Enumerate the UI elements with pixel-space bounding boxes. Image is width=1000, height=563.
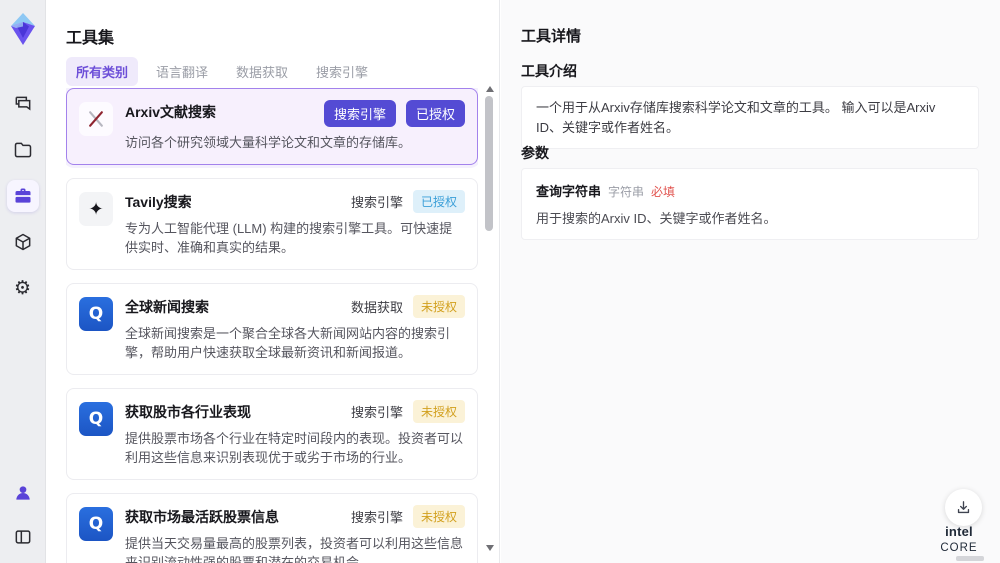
tool-card-sector-performance[interactable]: Q 获取股市各行业表现 搜索引擎 未授权 提供股票市场各个行业在特定时间段内的表… bbox=[66, 387, 478, 480]
params-heading: 参数 bbox=[521, 145, 549, 161]
auth-pill: 已授权 bbox=[405, 100, 465, 127]
tool-name: Tavily搜索 bbox=[125, 193, 192, 210]
sidebar-item-files[interactable] bbox=[7, 134, 39, 166]
tool-description: 提供当天交易量最高的股票列表，投资者可以利用这些信息来识别流动性强的股票和潜在的… bbox=[125, 535, 464, 563]
param-name: 查询字符串 bbox=[536, 184, 602, 199]
toolbox-icon bbox=[15, 188, 30, 203]
tab-data-acquisition[interactable]: 数据获取 bbox=[226, 57, 298, 86]
user-icon bbox=[15, 486, 30, 500]
param-type: 字符串 bbox=[608, 185, 645, 199]
chat-icon bbox=[15, 96, 30, 111]
app-logo-icon bbox=[6, 10, 40, 48]
tavily-star-icon: ✦ bbox=[79, 191, 113, 226]
sidebar-item-panel-toggle[interactable] bbox=[7, 521, 39, 553]
tool-description: 全球新闻搜索是一个聚合全球各大新闻网站内容的搜索引擎，帮助用户快速获取全球最新资… bbox=[125, 325, 451, 361]
download-button[interactable] bbox=[945, 489, 982, 526]
tool-card-global-news[interactable]: Q 全球新闻搜索 数据获取 未授权 全球新闻搜索是一个聚合全球各大新闻网站内容的… bbox=[66, 282, 478, 375]
tool-name: 全球新闻搜索 bbox=[125, 298, 209, 315]
tool-card-list: Arxiv文献搜索 搜索引擎 已授权 访问各个研究领域大量科学论文和文章的存储库… bbox=[66, 88, 478, 563]
parameter-card: 查询字符串 字符串 必填 用于搜索的Arxiv ID、关键字或作者姓名。 bbox=[521, 168, 979, 240]
page-title: 工具集 bbox=[66, 30, 115, 47]
tab-all-categories[interactable]: 所有类别 bbox=[66, 57, 139, 86]
detail-title: 工具详情 bbox=[521, 28, 582, 45]
tool-name: 获取市场最活跃股票信息 bbox=[125, 508, 279, 525]
tool-list-panel: 工具集 所有类别 语言翻译 数据获取 搜索引擎 Arxiv文献搜索 搜索引擎 已… bbox=[47, 0, 500, 563]
status-badge: 未授权 bbox=[412, 399, 465, 423]
status-badge: 已授权 bbox=[412, 189, 465, 213]
sidebar-item-user[interactable] bbox=[7, 477, 39, 509]
category-pill: 搜索引擎 bbox=[323, 100, 396, 127]
category-tabs: 所有类别 语言翻译 数据获取 搜索引擎 bbox=[66, 57, 378, 86]
folder-icon bbox=[14, 142, 31, 158]
tool-name: Arxiv文献搜索 bbox=[125, 104, 217, 120]
cube-icon bbox=[15, 233, 30, 251]
category-label: 数据获取 bbox=[350, 299, 403, 315]
intel-sub-mark bbox=[956, 556, 984, 561]
tab-language-translation[interactable]: 语言翻译 bbox=[146, 57, 218, 86]
active-stocks-icon: Q bbox=[79, 506, 113, 541]
tool-name: 获取股市各行业表现 bbox=[125, 403, 251, 420]
tool-card-tavily[interactable]: ✦ Tavily搜索 搜索引擎 已授权 专为人工智能代理 (LLM) 构建的搜索… bbox=[66, 177, 478, 270]
panel-icon bbox=[15, 530, 30, 544]
category-label: 搜索引擎 bbox=[350, 194, 403, 210]
intro-text-box: 一个用于从Arxiv存储库搜索科学论文和文章的工具。 输入可以是Arxiv ID… bbox=[521, 86, 979, 149]
scrollbar-up-arrow[interactable] bbox=[486, 86, 494, 92]
intel-core-logo: intel CORE bbox=[928, 524, 990, 561]
tool-card-arxiv[interactable]: Arxiv文献搜索 搜索引擎 已授权 访问各个研究领域大量科学论文和文章的存储库… bbox=[66, 88, 478, 165]
tool-description: 专为人工智能代理 (LLM) 构建的搜索引擎工具。可快速提供实时、准确和真实的结… bbox=[125, 220, 453, 256]
news-search-icon: Q bbox=[79, 296, 113, 331]
download-icon bbox=[957, 501, 970, 514]
category-label: 搜索引擎 bbox=[350, 509, 403, 525]
param-required-flag: 必填 bbox=[651, 185, 676, 199]
intro-heading: 工具介绍 bbox=[521, 63, 577, 79]
stock-sector-icon: Q bbox=[79, 401, 113, 436]
status-badge: 未授权 bbox=[412, 504, 465, 528]
tab-search-engine[interactable]: 搜索引擎 bbox=[306, 57, 378, 86]
category-label: 搜索引擎 bbox=[350, 404, 403, 420]
tool-card-active-stocks[interactable]: Q 获取市场最活跃股票信息 搜索引擎 未授权 提供当天交易量最高的股票列表，投资… bbox=[66, 492, 478, 563]
scrollbar-down-arrow[interactable] bbox=[486, 545, 494, 551]
tool-detail-panel: 工具详情 工具介绍 一个用于从Arxiv存储库搜索科学论文和文章的工具。 输入可… bbox=[501, 0, 1000, 563]
sidebar-item-chat[interactable] bbox=[7, 88, 39, 120]
scrollbar-thumb[interactable] bbox=[485, 96, 493, 231]
tool-description: 访问各个研究领域大量科学论文和文章的存储库。 bbox=[125, 135, 412, 150]
sidebar-item-tools[interactable] bbox=[6, 180, 39, 212]
list-scrollbar bbox=[484, 86, 494, 551]
status-badge: 未授权 bbox=[412, 294, 465, 318]
tool-description: 提供股票市场各个行业在特定时间段内的表现。投资者可以利用这些信息来识别表现优于或… bbox=[125, 430, 464, 466]
sidebar-item-settings[interactable]: ⚙ bbox=[7, 272, 39, 304]
app-sidebar: ⚙ bbox=[0, 0, 46, 563]
param-description: 用于搜索的Arxiv ID、关键字或作者姓名。 bbox=[536, 211, 777, 226]
gear-icon: ⚙ bbox=[13, 277, 32, 299]
arxiv-icon bbox=[79, 102, 113, 136]
sidebar-item-models[interactable] bbox=[7, 226, 39, 258]
